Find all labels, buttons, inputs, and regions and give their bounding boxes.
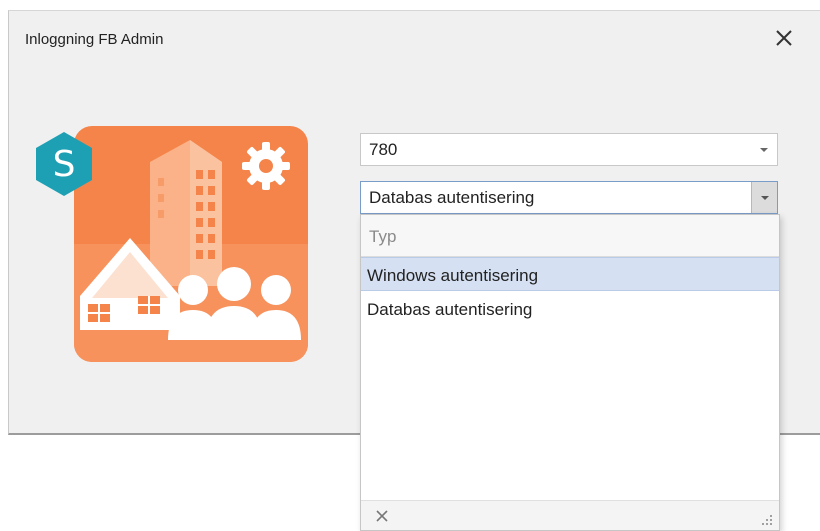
auth-type-combobox-value: Databas autentisering xyxy=(369,188,535,207)
dropdown-item-label: Databas autentisering xyxy=(367,300,533,319)
building-icon xyxy=(150,140,222,286)
clear-icon xyxy=(376,510,388,522)
dialog-title: Inloggning FB Admin xyxy=(25,31,164,48)
server-dropdown-button[interactable] xyxy=(751,134,777,165)
chevron-down-icon xyxy=(761,196,769,200)
auth-dropdown-button[interactable] xyxy=(751,182,777,213)
close-button[interactable] xyxy=(771,25,797,51)
dropdown-column-header: Typ xyxy=(361,215,779,257)
server-combobox-value: 780 xyxy=(369,140,398,159)
dropdown-footer xyxy=(361,500,779,530)
auth-type-dropdown: Typ Windows autentisering Databas autent… xyxy=(360,214,780,531)
clear-selection-button[interactable] xyxy=(373,507,391,525)
dropdown-item-database-auth[interactable]: Databas autentisering xyxy=(361,292,779,326)
dropdown-item-label: Windows autentisering xyxy=(367,266,539,285)
gear-icon xyxy=(242,142,290,190)
auth-type-combobox[interactable]: Databas autentisering xyxy=(360,181,778,214)
chevron-down-icon xyxy=(760,148,768,152)
resize-grip[interactable] xyxy=(759,512,773,526)
dropdown-item-windows-auth[interactable]: Windows autentisering xyxy=(361,257,779,291)
server-combobox[interactable]: 780 xyxy=(360,133,778,166)
app-logo: S xyxy=(30,118,308,364)
logo-letter: S xyxy=(53,144,76,185)
resize-grip-icon xyxy=(762,515,772,525)
screen: Inloggning FB Admin S 780 Databas autent… xyxy=(0,0,820,531)
dropdown-header-label: Typ xyxy=(369,227,397,246)
close-icon xyxy=(776,30,792,46)
